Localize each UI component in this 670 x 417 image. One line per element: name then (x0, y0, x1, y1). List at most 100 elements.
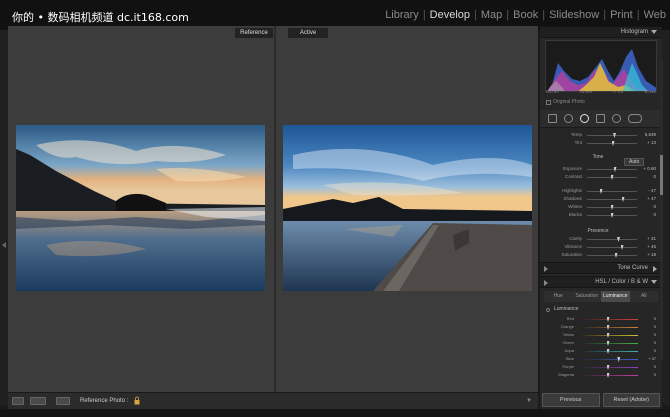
slider-thumb[interactable] (621, 197, 625, 202)
slider-shadows[interactable]: Shadows + 47 (540, 196, 656, 203)
slider-thumb[interactable] (614, 253, 618, 258)
luminance-orange[interactable]: Orange 0 (540, 324, 656, 331)
slider-value[interactable]: 0 (653, 212, 656, 217)
toolbar-options-icon[interactable]: ▼ (526, 398, 532, 404)
luminance-yellow[interactable]: Yellow 0 (540, 332, 656, 339)
slider-value[interactable]: 0 (654, 332, 656, 337)
slider-track[interactable] (587, 245, 637, 250)
spot-removal-icon[interactable] (564, 114, 573, 123)
slider-thumb[interactable] (610, 213, 614, 218)
auto-tone-button[interactable]: Auto (624, 158, 645, 166)
slider-thumb[interactable] (610, 175, 614, 180)
radial-filter-icon[interactable] (612, 114, 621, 123)
module-web[interactable]: Web (644, 9, 666, 21)
panel-scrollbar[interactable] (660, 60, 663, 360)
hsl-target-icon[interactable] (544, 280, 548, 286)
slider-track[interactable] (578, 357, 638, 362)
hsl-header[interactable]: HSL / Color / B & W (540, 276, 662, 288)
slider-track[interactable] (578, 333, 638, 338)
adjustment-brush-icon[interactable] (628, 114, 642, 123)
reference-photo[interactable] (16, 125, 265, 291)
slider-track[interactable] (587, 197, 637, 202)
previous-button[interactable]: Previous (542, 393, 600, 407)
slider-thumb[interactable] (620, 245, 624, 250)
slider-track[interactable] (587, 237, 637, 242)
luminance-aqua[interactable]: Aqua 0 (540, 348, 656, 355)
slider-track[interactable] (587, 141, 637, 146)
slider-track[interactable] (578, 341, 638, 346)
module-develop[interactable]: Develop (430, 9, 470, 21)
module-print[interactable]: Print (610, 9, 633, 21)
slider-track[interactable] (587, 205, 637, 210)
module-book[interactable]: Book (513, 9, 538, 21)
loupe-view-button[interactable] (12, 397, 24, 405)
slider-track[interactable] (587, 133, 637, 138)
slider-value[interactable]: 0 (653, 174, 656, 179)
slider-value[interactable]: 0 (654, 316, 656, 321)
luminance-purple[interactable]: Purple 0 (540, 364, 656, 371)
slider-track[interactable] (578, 325, 638, 330)
slider-value[interactable]: + 37 (648, 356, 656, 361)
slider-thumb[interactable] (606, 365, 610, 370)
slider-contrast[interactable]: Contrast 0 (540, 174, 656, 181)
slider-value[interactable]: + 13 (647, 140, 656, 145)
slider-thumb[interactable] (606, 325, 610, 330)
slider-value[interactable]: 0 (654, 364, 656, 369)
slider-tint[interactable]: Tint + 13 (540, 140, 656, 147)
original-photo-toggle[interactable]: Original Photo (546, 99, 585, 105)
slider-value[interactable]: + 45 (647, 244, 656, 249)
slider-value[interactable]: 0 (653, 204, 656, 209)
slider-thumb[interactable] (611, 141, 615, 146)
slider-value[interactable]: + 47 (647, 196, 656, 201)
tone-curve-target-icon[interactable] (544, 266, 548, 272)
slider-thumb[interactable] (617, 237, 620, 242)
reset-button[interactable]: Reset (Adobe) (602, 393, 660, 407)
tone-curve-header[interactable]: Tone Curve (540, 262, 662, 274)
slider-value[interactable]: 0 (654, 324, 656, 329)
slider-track[interactable] (587, 189, 637, 194)
slider-clarity[interactable]: Clarity + 31 (540, 236, 656, 243)
slider-thumb[interactable] (613, 133, 616, 138)
slider-value[interactable]: - 47 (648, 188, 656, 193)
slider-temp[interactable]: Temp 5,639 (540, 132, 656, 139)
slider-thumb[interactable] (599, 189, 603, 194)
slider-value[interactable]: + 18 (647, 252, 656, 257)
histogram-header[interactable]: Histogram (540, 26, 662, 38)
slider-thumb[interactable] (610, 205, 614, 210)
slider-track[interactable] (587, 213, 637, 218)
slider-vibrance[interactable]: Vibrance + 45 (540, 244, 656, 251)
slider-blacks[interactable]: Blacks 0 (540, 212, 656, 219)
slider-thumb[interactable] (606, 317, 610, 322)
slider-value[interactable]: + 0.60 (643, 166, 656, 171)
slider-exposure[interactable]: Exposure + 0.60 (540, 166, 656, 173)
slider-track[interactable] (587, 175, 637, 180)
slider-thumb[interactable] (617, 357, 621, 362)
slider-thumb[interactable] (606, 373, 610, 378)
slider-track[interactable] (578, 373, 638, 378)
slider-track[interactable] (578, 349, 638, 354)
module-slideshow[interactable]: Slideshow (549, 9, 599, 21)
hsl-tab-luminance[interactable]: Luminance (601, 291, 630, 302)
slider-value[interactable]: 0 (654, 348, 656, 353)
slider-track[interactable] (587, 167, 637, 172)
luminance-green[interactable]: Green 0 (540, 340, 656, 347)
active-photo[interactable] (283, 125, 532, 291)
reference-view-button[interactable] (56, 397, 70, 405)
luminance-magenta[interactable]: Magenta 0 (540, 372, 656, 379)
module-map[interactable]: Map (481, 9, 502, 21)
slider-thumb[interactable] (606, 341, 610, 346)
slider-value[interactable]: 0 (654, 372, 656, 377)
slider-value[interactable]: 0 (654, 340, 656, 345)
slider-saturation[interactable]: Saturation + 18 (540, 252, 656, 259)
slider-highlights[interactable]: Highlights - 47 (540, 188, 656, 195)
hsl-tab-hue[interactable]: Hue (544, 291, 573, 302)
graduated-filter-icon[interactable] (596, 114, 605, 123)
before-after-button[interactable] (30, 397, 46, 405)
original-photo-checkbox[interactable] (546, 99, 551, 105)
slider-track[interactable] (578, 365, 638, 370)
left-panel-toggle[interactable] (0, 30, 8, 405)
crop-icon[interactable] (548, 114, 557, 123)
slider-track[interactable] (578, 317, 638, 322)
hsl-tab-all[interactable]: All (630, 291, 659, 302)
slider-value[interactable]: 5,639 (645, 132, 656, 137)
